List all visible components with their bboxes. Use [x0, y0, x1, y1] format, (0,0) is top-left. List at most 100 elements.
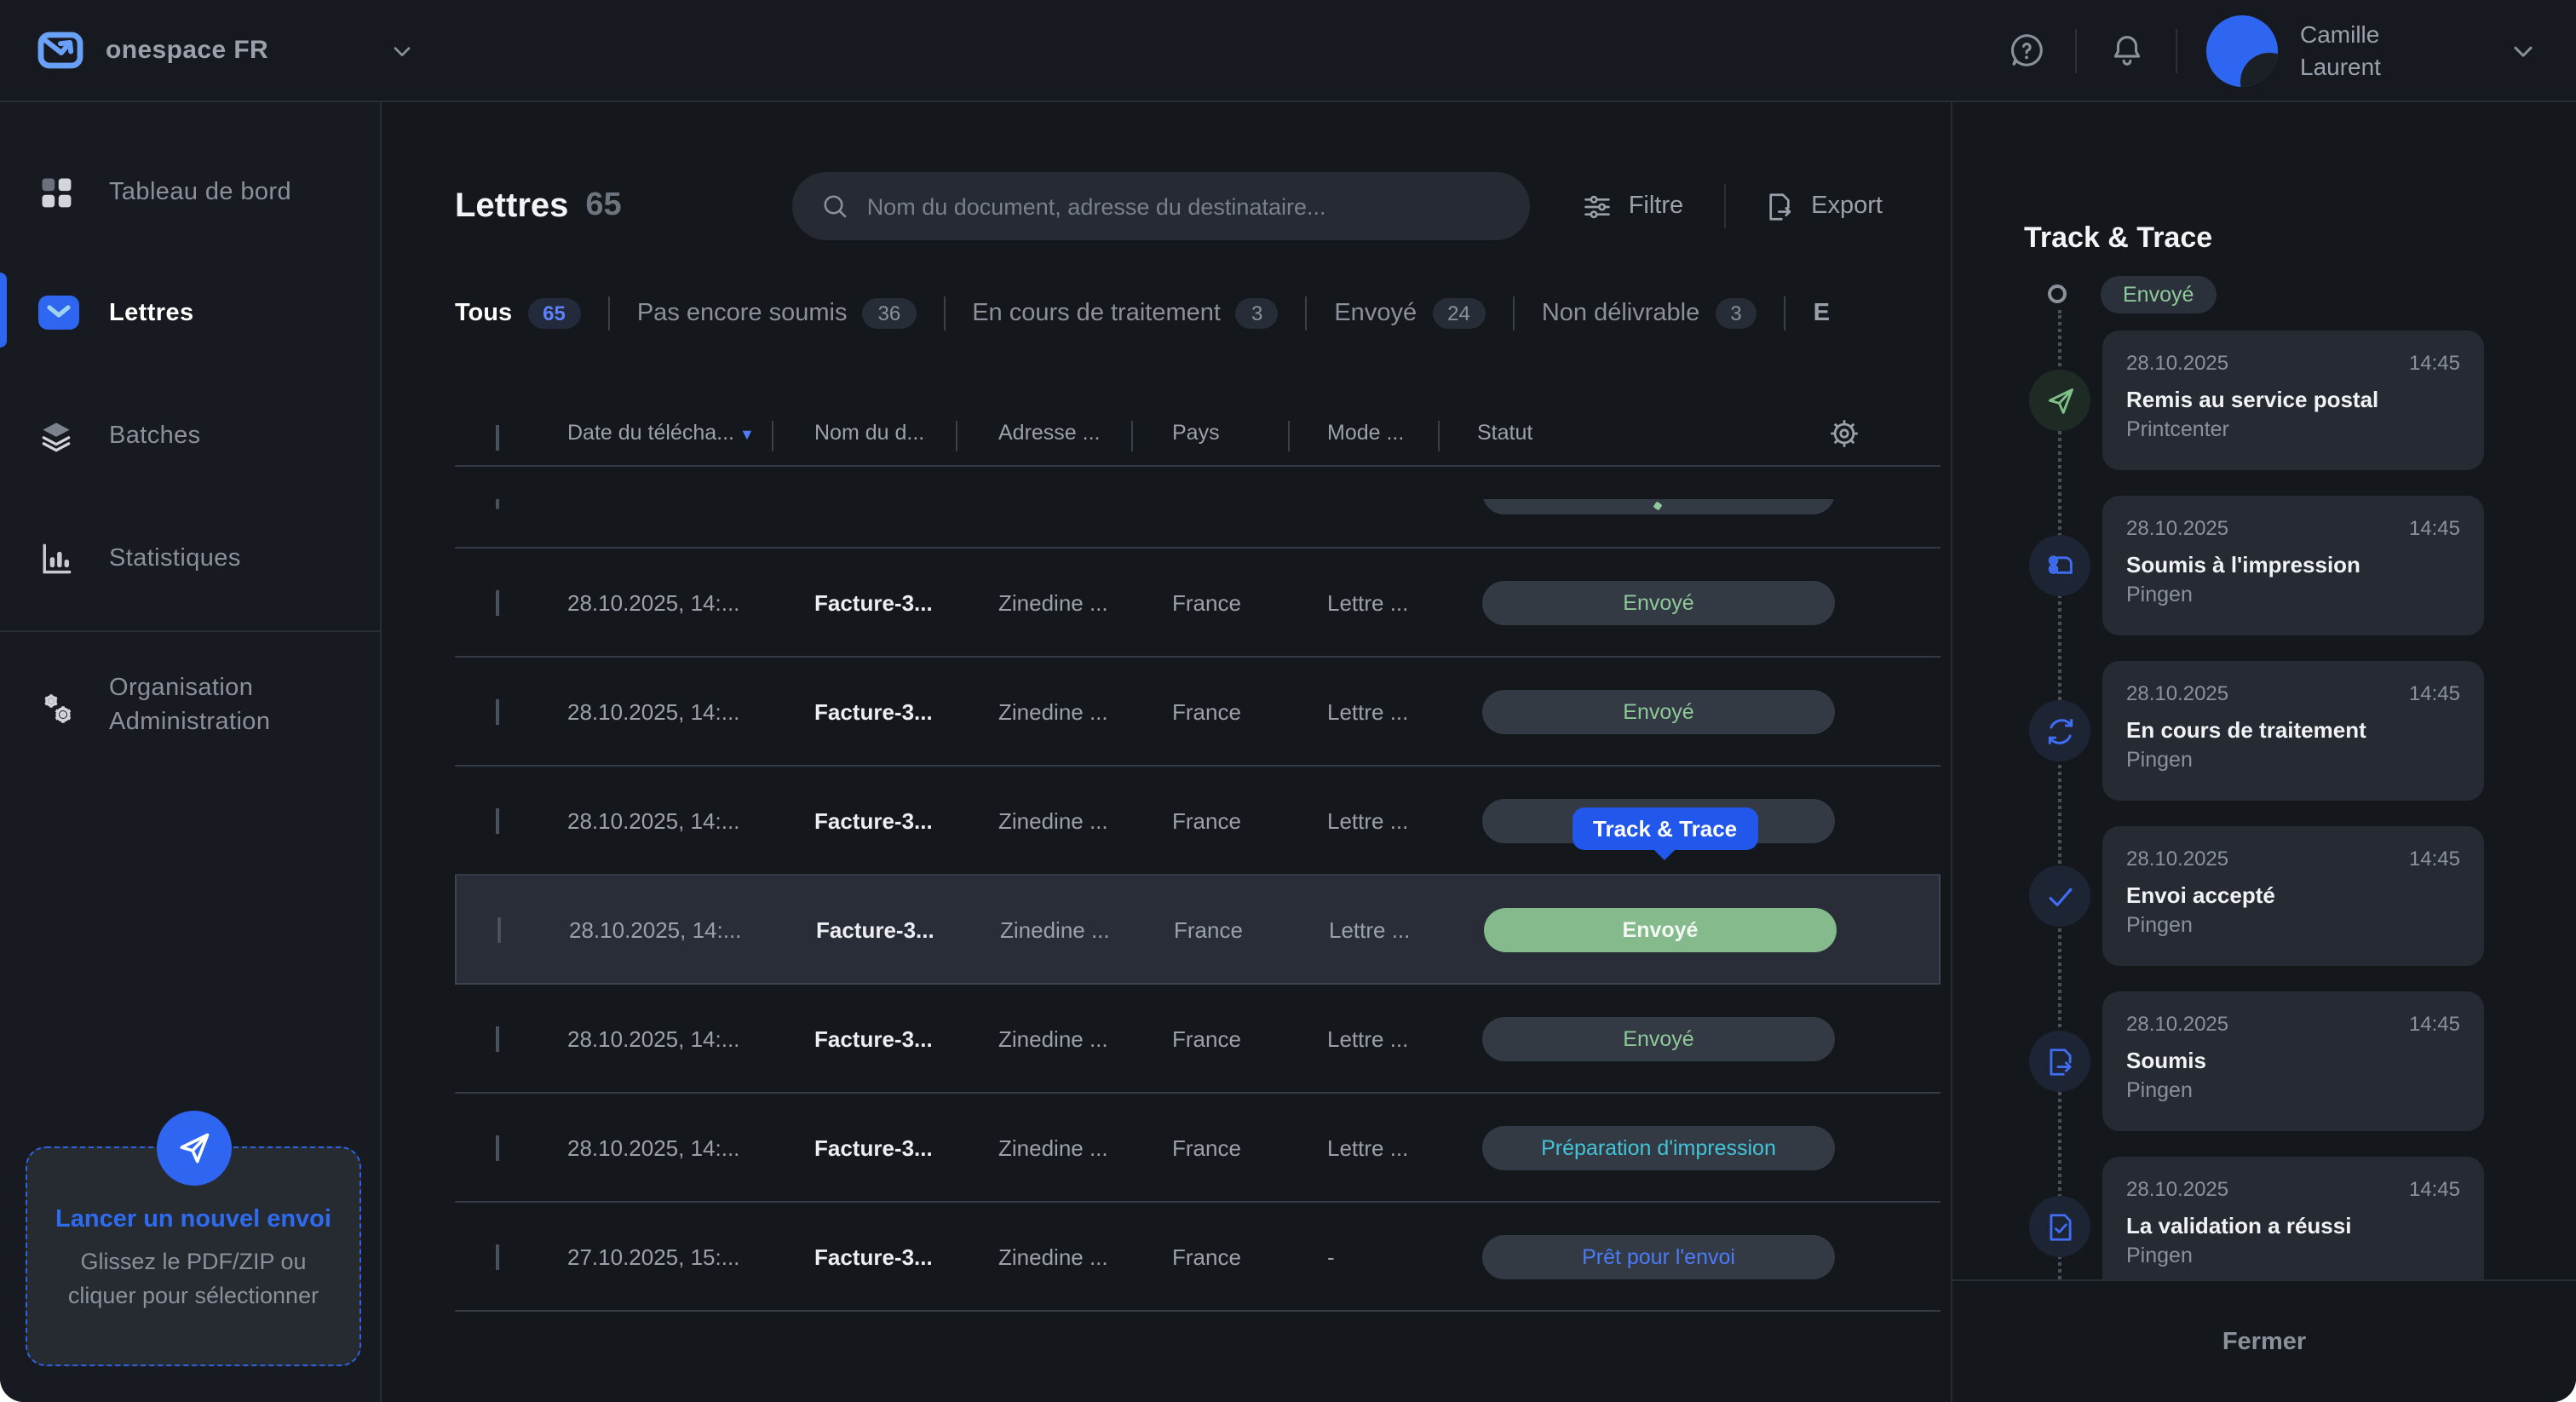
table-row-partial[interactable]: [455, 499, 1941, 549]
upload-title: Lancer un nouvel envoi: [27, 1206, 359, 1233]
sidebar-item-dashboard[interactable]: Tableau de bord: [0, 152, 382, 233]
topbar: onespace FR Camille L: [0, 0, 2576, 102]
sidebar-item-organisation-admin[interactable]: Organisation Administration: [0, 658, 382, 756]
gears-icon: [37, 688, 75, 726]
timeline-event-card[interactable]: 28.10.202514:45 Soumis Pingen: [2102, 991, 2484, 1131]
event-time: 14:45: [2409, 847, 2460, 871]
file-check-icon: [2029, 1196, 2090, 1257]
sidebar-item-label: Batches: [109, 422, 201, 450]
status-badge[interactable]: Envoyé: [1482, 580, 1835, 624]
event-date: 28.10.2025: [2126, 516, 2228, 540]
filter-button[interactable]: Filtre: [1581, 190, 1683, 222]
help-icon[interactable]: [2005, 30, 2046, 71]
event-source: Pingen: [2126, 913, 2460, 937]
filter-label: Filtre: [1629, 192, 1683, 220]
status-badge[interactable]: Envoyé: [1482, 1016, 1835, 1060]
tab-count-badge: 65: [527, 298, 581, 329]
timeline-line: [2058, 310, 2061, 1279]
column-header-status[interactable]: Statut: [1477, 421, 1532, 445]
event-date: 28.10.2025: [2126, 681, 2228, 705]
upload-dropzone[interactable]: Lancer un nouvel envoi Glissez le PDF/ZI…: [26, 1146, 361, 1366]
select-all-checkbox[interactable]: [496, 425, 499, 451]
tab-non-delivrable[interactable]: Non délivrable 3: [1542, 298, 1757, 329]
tab-en-cours-de-traitement[interactable]: En cours de traitement 3: [972, 298, 1278, 329]
row-checkbox[interactable]: [496, 698, 499, 724]
topbar-actions: Camille Laurent: [2005, 14, 2539, 86]
status-badge[interactable]: Préparation d'impression: [1482, 1125, 1835, 1169]
page-title: Lettres: [455, 187, 568, 226]
column-header-country[interactable]: Pays: [1172, 421, 1220, 445]
tab-count-badge: 24: [1432, 298, 1486, 329]
export-file-icon: [1763, 190, 1796, 222]
tab-truncated[interactable]: E: [1814, 300, 1830, 327]
event-source: Printcenter: [2126, 417, 2460, 441]
tab-tous[interactable]: Tous 65: [455, 298, 581, 329]
check-icon: [2029, 865, 2090, 927]
sidebar-item-label: Lettres: [109, 300, 194, 327]
sidebar-item-statistics[interactable]: Statistiques: [0, 518, 382, 600]
timeline-event-card[interactable]: 28.10.202514:45 La validation a réussi P…: [2102, 1157, 2484, 1296]
tab-pas-encore-soumis[interactable]: Pas encore soumis 36: [637, 298, 916, 329]
column-header-name[interactable]: Nom du d...: [814, 421, 924, 445]
event-time: 14:45: [2409, 681, 2460, 705]
sort-desc-icon: ▼: [739, 426, 755, 443]
track-trace-panel: Track & Trace Envoyé: [1951, 102, 2576, 1402]
page-header: Lettres 65 Filtre: [455, 172, 1951, 240]
event-source: Pingen: [2126, 748, 2460, 772]
bar-chart-icon: [37, 540, 75, 577]
notifications-bell-icon[interactable]: [2106, 30, 2147, 71]
status-badge[interactable]: Prêt pour l'envoi: [1482, 1234, 1835, 1278]
timeline-event-card[interactable]: 28.10.202514:45 Soumis à l'impression Pi…: [2102, 496, 2484, 635]
close-button[interactable]: Fermer: [2222, 1328, 2306, 1355]
column-header-address[interactable]: Adresse ...: [998, 421, 1101, 445]
app-window: onespace FR Camille L: [0, 0, 2576, 1402]
column-header-mode[interactable]: Mode ...: [1327, 421, 1404, 445]
timeline-event-card[interactable]: 28.10.202514:45 Envoi accepté Pingen: [2102, 826, 2484, 966]
table-row[interactable]: 27.10.2025, 15:... Facture-3... Zinedine…: [455, 1203, 1941, 1312]
dashboard-grid-icon: [37, 174, 75, 211]
event-title: Soumis à l'impression: [2126, 552, 2460, 577]
user-menu-chevron-icon[interactable]: [2508, 35, 2539, 66]
upload-subtitle: Glissez le PDF/ZIP ou cliquer pour sélec…: [27, 1245, 359, 1312]
table-row[interactable]: 28.10.2025, 14:... Facture-3... Zinedine…: [455, 1094, 1941, 1203]
tab-count-badge: 36: [862, 298, 916, 329]
event-source: Pingen: [2126, 1244, 2460, 1267]
divider: [943, 296, 945, 330]
event-source: Pingen: [2126, 1078, 2460, 1102]
filter-sliders-icon: [1581, 190, 1613, 222]
export-button[interactable]: Export: [1763, 190, 1883, 222]
table-row[interactable]: 28.10.2025, 14:... Facture-3... Zinedine…: [455, 658, 1941, 767]
table-row[interactable]: 28.10.2025, 14:... Facture-3... Zinedine…: [455, 549, 1941, 658]
table-row[interactable]: 28.10.2025, 14:... Facture-3... Zinedine…: [455, 985, 1941, 1094]
column-header-date[interactable]: Date du télécha...▼: [567, 421, 755, 445]
track-and-trace-tooltip: Track & Trace: [1573, 807, 1757, 850]
timeline-event-card[interactable]: 28.10.202514:45 Remis au service postal …: [2102, 330, 2484, 470]
status-badge-hovered[interactable]: Envoyé: [1484, 907, 1837, 951]
row-checkbox[interactable]: [496, 1135, 499, 1160]
table-settings-gear-icon[interactable]: [1826, 416, 1862, 451]
divider: [2075, 28, 2077, 72]
divider: [608, 296, 610, 330]
user-name: Camille Laurent: [2300, 18, 2402, 83]
event-time: 14:45: [2409, 1177, 2460, 1201]
sidebar: Tableau de bord Lettres Batches: [0, 102, 382, 1402]
event-time: 14:45: [2409, 1012, 2460, 1036]
avatar[interactable]: [2206, 14, 2278, 86]
row-checkbox[interactable]: [497, 916, 501, 942]
workspace-switcher[interactable]: onespace FR: [37, 31, 415, 70]
sidebar-item-batches[interactable]: Batches: [0, 395, 382, 477]
table-row-hovered[interactable]: 28.10.2025, 14:... Facture-3... Zinedine…: [455, 876, 1941, 985]
row-checkbox[interactable]: [496, 1244, 499, 1269]
timeline-event-card[interactable]: 28.10.202514:45 En cours de traitement P…: [2102, 661, 2484, 801]
sidebar-item-letters[interactable]: Lettres: [0, 273, 382, 354]
row-checkbox[interactable]: [496, 589, 499, 615]
event-title: Remis au service postal: [2126, 387, 2460, 412]
status-badge[interactable]: Envoyé: [1482, 689, 1835, 733]
search-input[interactable]: [867, 193, 1481, 219]
table-header: Date du télécha...▼ Nom du d... Adresse …: [455, 421, 1941, 455]
tab-envoye[interactable]: Envoyé 24: [1334, 298, 1485, 329]
row-checkbox[interactable]: [496, 807, 499, 833]
tab-count-badge: 3: [1236, 298, 1278, 329]
row-checkbox[interactable]: [496, 1026, 499, 1051]
sidebar-item-label: Tableau de bord: [109, 179, 291, 206]
